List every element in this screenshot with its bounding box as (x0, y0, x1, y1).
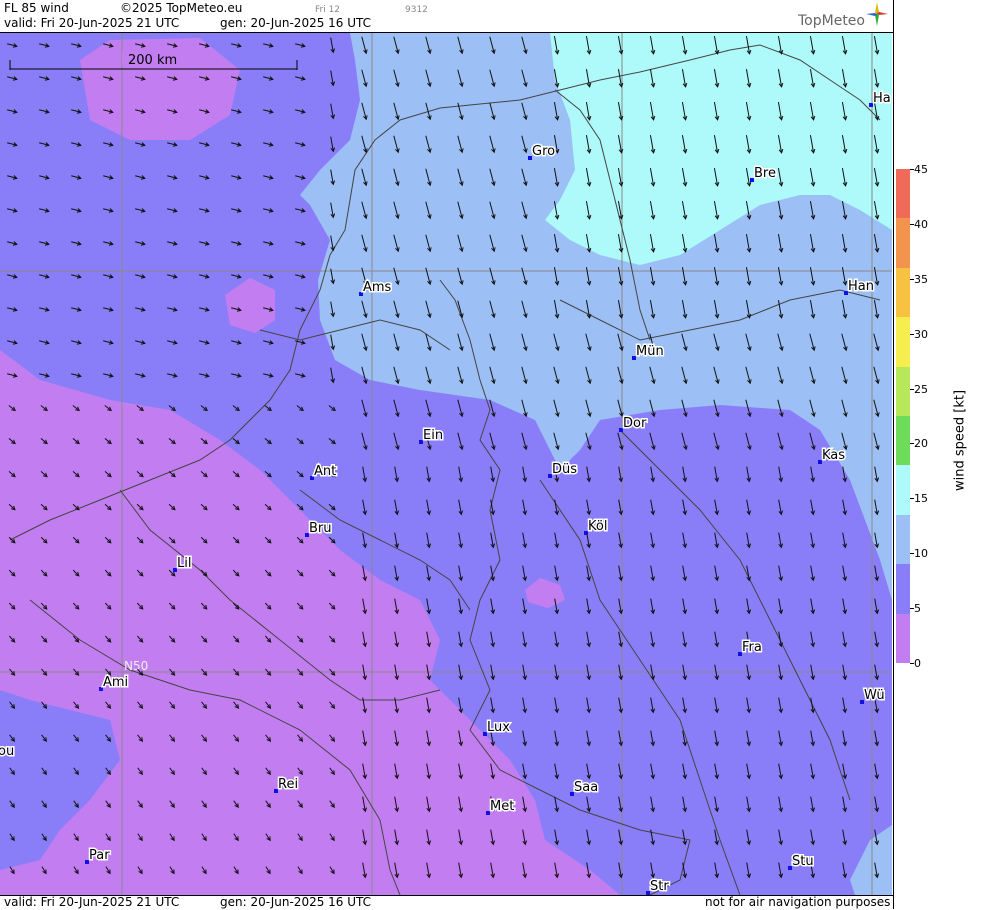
legend-tick-label: 15 (914, 492, 928, 506)
wind-map[interactable]: 200 km N50 Ha Gro Bre Ams Han Mün Ein Dor Ant Düs… (0, 33, 892, 895)
legend-swatch (896, 613, 910, 664)
legend-title: wind speed [kt] (952, 389, 968, 492)
legend-swatch (896, 267, 910, 318)
city-label: Bre (754, 166, 776, 181)
legend-tick-label: 30 (914, 327, 928, 341)
legend-swatch (896, 218, 910, 269)
city-label: Lux (487, 720, 510, 735)
footer-bar: valid: Fri 20-Jun-2025 21 UTC gen: 20-Ju… (0, 895, 893, 910)
compass-logo-icon (866, 2, 888, 26)
city-label: Str (650, 879, 669, 894)
footer-generated-time: gen: 20-Jun-2025 16 UTC (220, 895, 372, 909)
city-label: Ami (103, 675, 128, 690)
city-label: Met (490, 799, 514, 814)
city-label: Ant (314, 464, 336, 479)
legend-swatch (896, 317, 910, 368)
legend-tick-label: 45 (914, 163, 928, 176)
legend-tick-label: 20 (914, 437, 928, 451)
legend-swatch (896, 465, 910, 516)
legend-tick-label: 10 (914, 547, 928, 561)
small-code: 9312 (405, 5, 428, 15)
legend-swatch (896, 416, 910, 466)
copyright: ©2025 TopMeteo.eu (120, 1, 243, 15)
footer-valid-time: valid: Fri 20-Jun-2025 21 UTC (4, 895, 180, 909)
city-label: Bru (309, 521, 332, 536)
chart-title: FL 85 wind (4, 1, 69, 15)
city-label: Han (848, 279, 874, 294)
legend-swatch (896, 514, 910, 565)
legend-tick-label: 0 (914, 657, 921, 670)
valid-time: valid: Fri 20-Jun-2025 21 UTC (4, 16, 180, 30)
city-label: Lil (177, 556, 191, 571)
city-label: Dor (623, 416, 647, 431)
city-label: Düs (552, 462, 577, 477)
legend-tick-label: 35 (914, 272, 928, 286)
generated-time: gen: 20-Jun-2025 16 UTC (220, 16, 372, 30)
city-label: Ein (423, 428, 443, 443)
legend-swatch (896, 564, 910, 615)
scale-label: 200 km (128, 53, 177, 68)
city-label: Ha (873, 91, 891, 106)
city-label: Saa (574, 780, 598, 795)
city-label: Fra (742, 640, 762, 655)
legend-swatch (896, 366, 910, 417)
legend-tick-label: 25 (914, 382, 928, 396)
city-label: Stu (792, 854, 814, 869)
city-label: Kas (822, 448, 845, 463)
city-label: Gro (532, 144, 555, 159)
legend-swatch (896, 169, 910, 219)
legend-colorbar (896, 169, 910, 664)
legend-panel: 45 40 35 30 25 20 15 10 5 0 (893, 0, 983, 909)
city-label: Rei (278, 777, 298, 792)
legend-tick-label: 40 (914, 217, 928, 231)
disclaimer: not for air navigation purposes (705, 895, 891, 909)
header-bar: FL 85 wind ©2025 TopMeteo.eu Fri 12 9312… (0, 0, 893, 33)
city-label: Wü (864, 688, 885, 703)
topmeteo-logo: TopMeteo (798, 13, 865, 29)
legend-tick-label: 5 (914, 602, 921, 616)
city-label: Mün (636, 344, 664, 359)
city-label: ou (0, 744, 14, 759)
city-label: Köl (588, 519, 607, 534)
city-label: Par (89, 848, 110, 863)
city-label: Ams (363, 280, 392, 295)
latitude-label: N50 (124, 659, 148, 673)
